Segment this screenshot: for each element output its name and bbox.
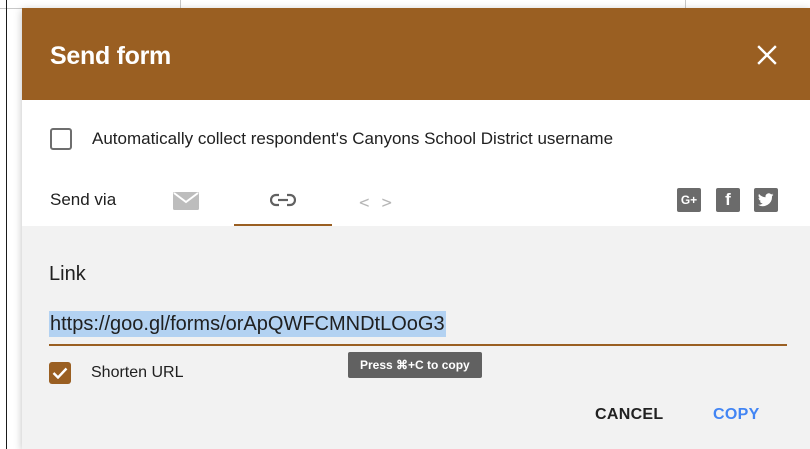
tab-email[interactable] — [160, 180, 212, 226]
collect-username-row: Automatically collect respondent's Canyo… — [50, 125, 613, 153]
shorten-url-checkbox[interactable] — [49, 362, 71, 384]
check-icon — [52, 367, 68, 379]
link-panel: Link https://goo.gl/forms/orApQWFCMNDtLO… — [22, 226, 810, 449]
send-via-label: Send via — [50, 190, 117, 209]
url-field[interactable]: https://goo.gl/forms/orApQWFCMNDtLOoG3 — [49, 308, 787, 346]
shorten-url-row: Shorten URL — [49, 358, 184, 388]
google-plus-icon[interactable]: G+ — [677, 188, 701, 212]
send-form-dialog: Send form Automatically collect responde… — [22, 8, 810, 449]
close-icon[interactable] — [756, 44, 778, 66]
twitter-icon[interactable] — [754, 188, 778, 212]
embed-code-icon: < > — [359, 193, 393, 213]
url-text[interactable]: https://goo.gl/forms/orApQWFCMNDtLOoG3 — [49, 311, 446, 337]
dialog-title: Send form — [50, 42, 171, 70]
dialog-header: Send form — [22, 8, 810, 100]
tab-embed[interactable]: < > — [352, 180, 400, 226]
email-icon — [172, 191, 200, 216]
cancel-button[interactable]: CANCEL — [595, 406, 663, 424]
collect-username-label: Automatically collect respondent's Canyo… — [92, 129, 614, 148]
tab-link[interactable] — [234, 180, 332, 227]
collect-username-checkbox[interactable] — [50, 128, 72, 150]
send-via-row: Send via < > G+ f — [22, 180, 810, 228]
background-divider — [6, 0, 7, 449]
shorten-url-label: Shorten URL — [91, 364, 184, 381]
copy-button[interactable]: COPY — [713, 406, 760, 424]
link-icon — [269, 193, 297, 212]
copy-tooltip: Press ⌘+C to copy — [348, 352, 482, 378]
link-heading: Link — [49, 263, 86, 285]
facebook-icon[interactable]: f — [716, 188, 740, 212]
